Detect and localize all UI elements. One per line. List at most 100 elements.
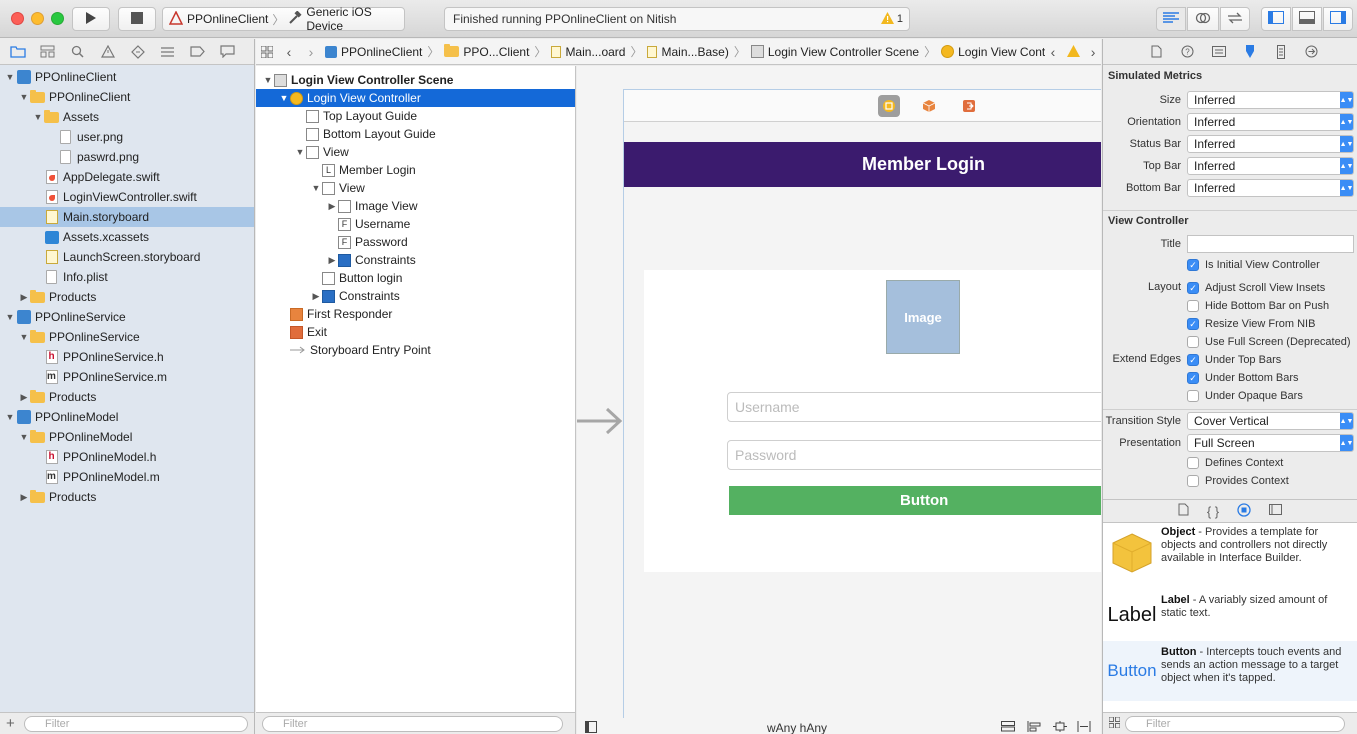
stack-view-icon[interactable] [1001, 721, 1015, 734]
forward-chevron-icon[interactable]: › [300, 44, 322, 60]
zoom-window-button[interactable] [51, 12, 64, 25]
issue-warning-icon[interactable] [1066, 44, 1080, 60]
symbol-navigator-icon[interactable] [38, 42, 57, 61]
navigator-item[interactable]: ▶ Products [0, 487, 254, 507]
disclosure-collapsed-icon[interactable]: ▶ [326, 200, 338, 212]
navigator-item[interactable]: ▶ Products [0, 287, 254, 307]
metric-popup[interactable]: Inferred ▲▼ [1187, 113, 1354, 131]
view-controller-dock-icon[interactable] [878, 94, 900, 117]
size-inspector-icon[interactable] [1273, 44, 1289, 60]
identity-inspector-icon[interactable] [1211, 44, 1227, 60]
outline-item[interactable]: Bottom Layout Guide [256, 125, 575, 143]
transition-style-popup[interactable]: Cover Vertical ▲▼ [1187, 412, 1354, 430]
breakpoint-icon[interactable] [188, 42, 207, 61]
file-inspector-icon[interactable] [1149, 44, 1165, 60]
storyboard-canvas[interactable]: Member Login Image Username Password But… [577, 66, 1101, 734]
outline-item[interactable]: First Responder [256, 305, 575, 323]
outline-item[interactable]: ▶ Image View [256, 197, 575, 215]
outline-item[interactable]: F Username [256, 215, 575, 233]
disclosure-expanded-icon[interactable]: ▼ [278, 92, 290, 104]
outline-item[interactable]: L Member Login [256, 161, 575, 179]
disclosure-expanded-icon[interactable]: ▼ [294, 146, 306, 158]
metric-popup[interactable]: Inferred ▲▼ [1187, 91, 1354, 109]
outline-item[interactable]: ▼ Login View Controller Scene [256, 71, 575, 89]
outline-item[interactable]: ▶ Constraints [256, 251, 575, 269]
navigator-item[interactable]: ▶ Products [0, 387, 254, 407]
password-text-field[interactable]: Password [727, 440, 1101, 470]
disclosure-collapsed-icon[interactable]: ▶ [18, 291, 30, 303]
back-chevron-icon[interactable]: ‹ [278, 44, 300, 60]
disclosure-expanded-icon[interactable]: ▼ [262, 74, 274, 86]
navigator-item[interactable]: h PPOnlineModel.h [0, 447, 254, 467]
library-item-button[interactable]: Button Button - Intercepts touch events … [1103, 641, 1357, 701]
outline-item[interactable]: F Password [256, 233, 575, 251]
outline-item[interactable]: ▼ View [256, 143, 575, 161]
login-view-controller-scene[interactable]: Member Login Image Username Password But… [623, 89, 1101, 729]
presentation-popup[interactable]: Full Screen ▲▼ [1187, 434, 1354, 452]
size-class-selector[interactable]: wAny hAny [767, 721, 827, 734]
library-item-label[interactable]: Label Label - A variably sized amount of… [1103, 589, 1357, 641]
report-bubble-icon[interactable] [218, 42, 237, 61]
navigator-item[interactable]: ▼ Assets [0, 107, 254, 127]
jumpbar-crumb-folder[interactable]: PPO...Client [441, 44, 532, 59]
toggle-utilities-button[interactable] [1323, 7, 1353, 31]
navigator-item[interactable]: m PPOnlineModel.m [0, 467, 254, 487]
option-checkbox[interactable]: ✓ Adjust Scroll View Insets [1187, 281, 1325, 295]
navigator-item[interactable]: paswrd.png [0, 147, 254, 167]
version-editor-button[interactable] [1220, 7, 1250, 31]
debug-list-icon[interactable] [158, 42, 177, 61]
navigator-item[interactable]: ▼ PPOnlineService [0, 327, 254, 347]
library-filter-input[interactable]: Filter [1125, 715, 1345, 732]
exit-icon[interactable] [958, 95, 980, 117]
navigator-item[interactable]: LaunchScreen.storyboard [0, 247, 254, 267]
metric-popup[interactable]: Inferred ▲▼ [1187, 135, 1354, 153]
login-button[interactable]: Button [729, 486, 1101, 515]
option-checkbox[interactable]: Use Full Screen (Deprecated) [1187, 335, 1351, 349]
disclosure-expanded-icon[interactable]: ▼ [4, 411, 16, 423]
file-template-library-icon[interactable] [1178, 503, 1189, 519]
outline-item[interactable]: ▼ View [256, 179, 575, 197]
outline-item[interactable]: Button login [256, 269, 575, 287]
metric-popup[interactable]: Inferred ▲▼ [1187, 179, 1354, 197]
outline-filter-input[interactable]: Filter [262, 715, 563, 732]
option-checkbox[interactable]: ✓ Under Top Bars [1187, 353, 1281, 367]
outline-item[interactable]: Top Layout Guide [256, 107, 575, 125]
grid-view-icon[interactable] [1108, 716, 1125, 731]
navigator-item[interactable]: ▼ PPOnlineModel [0, 407, 254, 427]
outline-item[interactable]: ▼ Login View Controller [256, 89, 575, 107]
run-button[interactable] [72, 7, 110, 31]
standard-editor-button[interactable] [1156, 7, 1186, 31]
content-container-view[interactable]: Image Username Password Button [644, 270, 1101, 572]
member-login-title-bar[interactable]: Member Login [624, 142, 1101, 187]
disclosure-collapsed-icon[interactable]: ▶ [310, 290, 322, 302]
username-text-field[interactable]: Username [727, 392, 1101, 422]
outline-item[interactable]: Exit [256, 323, 575, 341]
disclosure-expanded-icon[interactable]: ▼ [18, 431, 30, 443]
option-checkbox[interactable]: Hide Bottom Bar on Push [1187, 299, 1329, 313]
search-icon[interactable] [68, 42, 87, 61]
issue-warning-icon[interactable] [98, 42, 117, 61]
scheme-selector[interactable]: PPOnlineClient 〉 Generic iOS Device [162, 5, 405, 33]
navigator-item[interactable]: ▼ PPOnlineService [0, 307, 254, 327]
next-issue-chevron-icon[interactable]: › [1091, 44, 1096, 60]
disclosure-expanded-icon[interactable]: ▼ [4, 71, 16, 83]
option-checkbox[interactable]: Provides Context [1187, 474, 1289, 488]
disclosure-expanded-icon[interactable]: ▼ [18, 331, 30, 343]
warning-indicator[interactable]: 1 [880, 11, 903, 27]
disclosure-collapsed-icon[interactable]: ▶ [18, 391, 30, 403]
jumpbar-crumb-project[interactable]: PPOnlineClient [322, 45, 425, 59]
option-checkbox[interactable]: Under Opaque Bars [1187, 389, 1303, 403]
jumpbar-crumb-scene[interactable]: Login View Controller Scene [748, 45, 922, 59]
option-checkbox[interactable]: ✓ Resize View From NIB [1187, 317, 1315, 331]
toggle-outline-icon[interactable] [585, 721, 597, 734]
navigator-item[interactable]: user.png [0, 127, 254, 147]
jumpbar-crumb-storyboard[interactable]: Main...oard [548, 45, 628, 59]
outline-item[interactable]: ▶ Constraints [256, 287, 575, 305]
navigator-item[interactable]: Main.storyboard [0, 207, 254, 227]
disclosure-collapsed-icon[interactable]: ▶ [326, 254, 338, 266]
minimize-window-button[interactable] [31, 12, 44, 25]
navigator-item[interactable]: m PPOnlineService.m [0, 367, 254, 387]
disclosure-expanded-icon[interactable]: ▼ [4, 311, 16, 323]
folder-navigator-icon[interactable] [8, 42, 27, 61]
disclosure-collapsed-icon[interactable]: ▶ [18, 491, 30, 503]
